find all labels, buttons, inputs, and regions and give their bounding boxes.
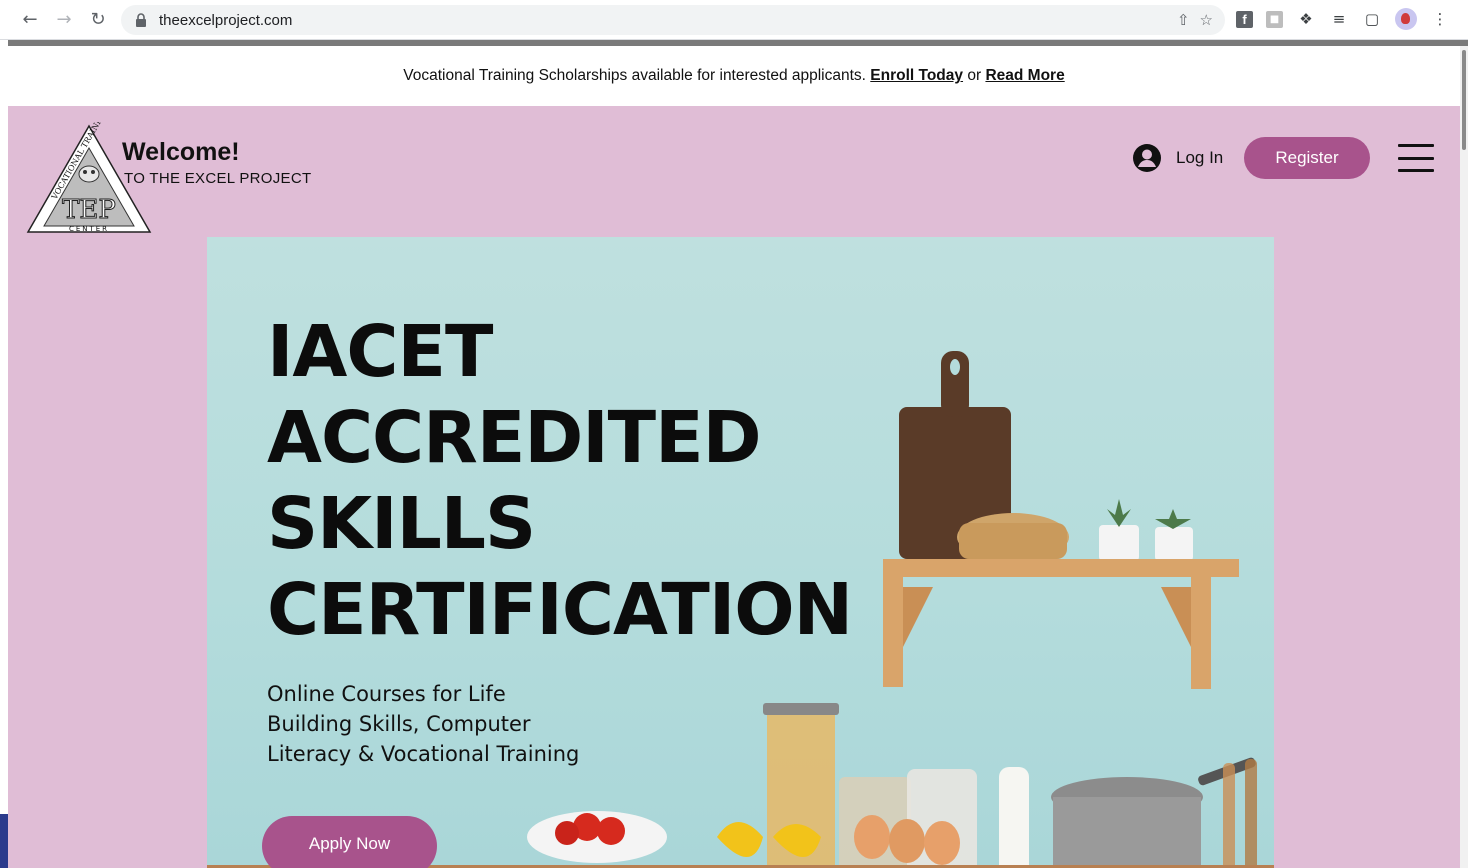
announcement-bar: Vocational Training Scholarships availab… [8,46,1460,106]
hero-title: IACET ACCREDITED SKILLS CERTIFICATION [267,309,853,653]
profile-avatar[interactable] [1395,8,1417,30]
hero-subtitle-line: Online Courses for Life [267,682,506,706]
star-icon[interactable]: ☆ [1200,11,1213,29]
share-icon[interactable]: ⇧ [1177,11,1190,29]
login-label: Log In [1176,148,1224,167]
hero-subtitle: Online Courses for Life Building Skills,… [267,679,579,769]
logo-monogram: TEP [62,195,116,225]
lock-icon [136,13,146,27]
hero-banner: IACET ACCREDITED SKILLS CERTIFICATION On… [207,237,1274,868]
logo-text-bottom: CENTER [69,225,109,233]
back-icon[interactable]: ← [14,4,46,36]
address-bar[interactable]: theexcelproject.com ⇧ ☆ [121,5,1225,35]
media-icon[interactable]: ≡ [1329,9,1349,29]
hero-subtitle-line: Literacy & Vocational Training [267,742,580,766]
welcome-heading: Welcome! [122,138,240,166]
left-edge-strip [0,814,8,868]
enroll-today-link[interactable]: Enroll Today [870,67,963,85]
menu-kebab-icon[interactable]: ⋮ [1430,9,1450,29]
page-scrollbar[interactable] [1460,46,1468,868]
hero-title-line: CERTIFICATION [267,568,853,651]
register-button[interactable]: Register [1244,137,1370,179]
announcement-or: or [967,67,982,84]
browser-toolbar: ← → ↻ theexcelproject.com ⇧ ☆ f ■ ❖ ≡ ▢ … [0,0,1468,40]
user-avatar-icon [1133,144,1161,172]
hero-title-line: ACCREDITED [267,396,762,479]
announcement-text: Vocational Training Scholarships availab… [403,67,866,84]
read-more-link[interactable]: Read More [985,67,1064,85]
facebook-extension-icon[interactable]: f [1236,10,1253,28]
apply-now-button[interactable]: Apply Now [262,816,437,868]
web-page: Vocational Training Scholarships availab… [8,46,1460,868]
extension-icon[interactable]: ■ [1266,10,1283,28]
header-section: VOCATIONAL TRAINING TEP CENTER Welcome! … [8,106,1460,868]
welcome-subtitle: TO THE EXCEL PROJECT [124,170,312,187]
puzzle-icon[interactable]: ❖ [1296,9,1316,29]
reload-icon[interactable]: ↻ [82,4,114,36]
hero-subtitle-line: Building Skills, Computer [267,712,531,736]
url-text: theexcelproject.com [159,11,293,29]
forward-icon[interactable]: → [48,4,80,36]
sidepanel-icon[interactable]: ▢ [1362,9,1382,29]
hero-title-line: IACET [267,310,493,393]
scrollbar-thumb[interactable] [1462,50,1466,150]
hamburger-menu-icon[interactable] [1398,144,1434,172]
login-button[interactable]: Log In [1132,143,1223,173]
hero-title-line: SKILLS [267,482,536,565]
